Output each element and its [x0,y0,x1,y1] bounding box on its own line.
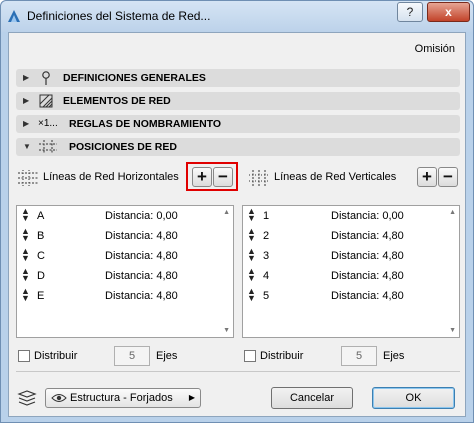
add-horizontal-line-button[interactable]: + [192,167,212,187]
reorder-handle-icon[interactable]: ▲ ▼ [247,287,256,303]
ok-button[interactable]: OK [372,387,455,409]
list-item[interactable]: ▲ ▼ A Distancia: 0,00 [17,206,217,226]
remove-vertical-line-button[interactable]: − [438,167,458,187]
list-item[interactable]: ▲ ▼ 2 Distancia: 4,80 [243,226,443,246]
line-distance: Distancia: 4,80 [331,270,404,282]
footer-divider [16,371,460,372]
line-distance: Distancia: 4,80 [105,230,178,242]
horizontal-grid-lines-icon [18,170,38,186]
list-item[interactable]: ▲ ▼ E Distancia: 4,80 [17,286,217,306]
vertical-add-remove-group: + − [417,167,459,189]
vertical-axes-count-field[interactable]: 5 [341,346,377,366]
expand-arrow-icon[interactable]: ▶ [23,119,29,128]
line-name: 2 [263,230,270,242]
horizontal-axes-count-field[interactable]: 5 [114,346,150,366]
horizontal-distribute-checkbox[interactable] [18,350,30,362]
remove-horizontal-line-button[interactable]: − [213,167,233,187]
section-reglas-de-nombramiento[interactable]: ▶ ×1... REGLAS DE NOMBRAMIENTO [16,115,460,133]
line-name: 5 [263,290,270,302]
line-name: C [37,250,45,262]
section-label: DEFINICIONES GENERALES [63,72,206,84]
pin-icon [42,71,50,85]
section-elementos-de-red[interactable]: ▶ ELEMENTOS DE RED [16,92,460,110]
line-name: A [37,210,45,222]
section-definiciones-generales[interactable]: ▶ DEFINICIONES GENERALES [16,69,460,87]
reorder-handle-icon[interactable]: ▲ ▼ [21,247,30,263]
section-label: POSICIONES DE RED [69,141,177,153]
reorder-handle-icon[interactable]: ▲ ▼ [247,207,256,223]
list-item[interactable]: ▲ ▼ 5 Distancia: 4,80 [243,286,443,306]
expand-arrow-icon[interactable]: ▶ [23,73,29,82]
dropdown-arrow-icon: ▶ [188,393,195,402]
layers-icon [17,390,37,406]
list-item[interactable]: ▲ ▼ D Distancia: 4,80 [17,266,217,286]
line-distance: Distancia: 0,00 [105,210,178,222]
scroll-down-arrow-icon[interactable]: ▼ [449,327,456,334]
layer-dropdown[interactable]: Estructura - Forjados ▶ [45,388,201,408]
title-bar[interactable]: Definiciones del Sistema de Red... ? x [1,1,473,32]
dialog-body: Omisión ▶ DEFINICIONES GENERALES ▶ ELEME… [8,32,466,417]
reorder-handle-icon[interactable]: ▲ ▼ [247,267,256,283]
line-distance: Distancia: 4,80 [105,270,178,282]
line-distance: Distancia: 0,00 [331,210,404,222]
reorder-handle-icon[interactable]: ▲ ▼ [247,227,256,243]
list-item[interactable]: ▲ ▼ 3 Distancia: 4,80 [243,246,443,266]
cancel-button[interactable]: Cancelar [271,387,353,409]
reorder-handle-icon[interactable]: ▲ ▼ [21,287,30,303]
list-item[interactable]: ▲ ▼ C Distancia: 4,80 [17,246,217,266]
close-button[interactable]: x [427,2,470,22]
horizontal-add-remove-group: + − [192,167,234,189]
eye-icon [51,394,67,402]
vertical-distribute-label: Distribuir [260,350,304,362]
reorder-handle-icon[interactable]: ▲ ▼ [247,247,256,263]
line-name: B [37,230,45,242]
add-vertical-line-button[interactable]: + [417,167,437,187]
grid-element-icon [39,94,53,108]
vertical-axes-label: Ejes [383,350,405,362]
naming-icon: ×1... [38,118,58,129]
line-name: 4 [263,270,270,282]
omision-label[interactable]: Omisión [415,43,455,55]
grid-positions-icon [39,140,57,154]
horizontal-lines-title: Líneas de Red Horizontales [43,171,179,183]
line-distance: Distancia: 4,80 [331,230,404,242]
archicad-app-icon [8,10,20,22]
reorder-handle-icon[interactable]: ▲ ▼ [21,267,30,283]
scroll-up-arrow-icon[interactable]: ▲ [223,209,230,216]
vertical-grid-lines-icon [249,170,269,186]
line-distance: Distancia: 4,80 [105,290,178,302]
expand-arrow-icon[interactable]: ▶ [23,96,29,105]
reorder-handle-icon[interactable]: ▲ ▼ [21,207,30,223]
help-button[interactable]: ? [397,2,423,22]
reorder-handle-icon[interactable]: ▲ ▼ [21,227,30,243]
line-name: 1 [263,210,270,222]
scroll-down-arrow-icon[interactable]: ▼ [223,327,230,334]
line-name: D [37,270,45,282]
layer-dropdown-value: Estructura - Forjados [70,392,173,404]
dialog-window: Definiciones del Sistema de Red... ? x O… [0,0,474,423]
line-name: 3 [263,250,270,262]
window-title: Definiciones del Sistema de Red... [27,9,211,23]
horizontal-axes-label: Ejes [156,350,178,362]
line-distance: Distancia: 4,80 [331,290,404,302]
vertical-lines-list[interactable]: ▲ ▼ 1 Distancia: 0,00 ▲ ▼ 2 Distancia: 4,8… [242,205,460,338]
section-posiciones-de-red[interactable]: ▼ POSICIONES DE RED [16,138,460,156]
horizontal-distribute-label: Distribuir [34,350,78,362]
section-label: ELEMENTOS DE RED [63,95,171,107]
horizontal-lines-list[interactable]: ▲ ▼ A Distancia: 0,00 ▲ ▼ B Distancia: 4,8… [16,205,234,338]
line-distance: Distancia: 4,80 [105,250,178,262]
section-label: REGLAS DE NOMBRAMIENTO [69,118,222,130]
line-name: E [37,290,45,302]
collapse-arrow-icon[interactable]: ▼ [23,142,31,151]
vertical-lines-title: Líneas de Red Verticales [274,171,397,183]
scroll-up-arrow-icon[interactable]: ▲ [449,209,456,216]
vertical-distribute-checkbox[interactable] [244,350,256,362]
line-distance: Distancia: 4,80 [331,250,404,262]
list-item[interactable]: ▲ ▼ 1 Distancia: 0,00 [243,206,443,226]
list-item[interactable]: ▲ ▼ B Distancia: 4,80 [17,226,217,246]
list-item[interactable]: ▲ ▼ 4 Distancia: 4,80 [243,266,443,286]
